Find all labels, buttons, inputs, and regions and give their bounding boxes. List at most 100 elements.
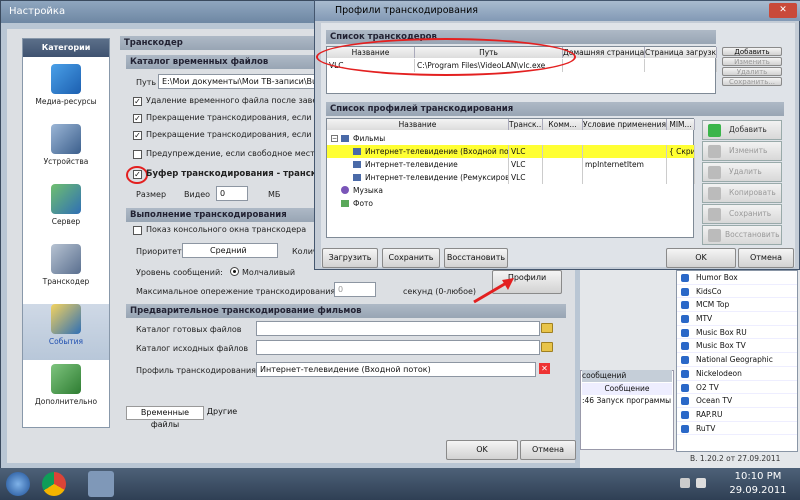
- dialog-ok-button[interactable]: OK: [666, 248, 736, 268]
- video-buffer-input[interactable]: 0: [216, 186, 248, 201]
- load-button[interactable]: Загрузить: [322, 248, 378, 268]
- clear-icon[interactable]: ✕: [539, 363, 550, 374]
- free-space-warning-label: Предупреждение, если свободное место для: [146, 149, 338, 158]
- restore-profile-button[interactable]: Восстановить: [702, 225, 782, 245]
- list-item[interactable]: MCM Top: [677, 298, 797, 313]
- dialog-cancel-button[interactable]: Отмена: [738, 248, 794, 268]
- plus-icon: [681, 383, 689, 392]
- column-header[interactable]: Транск...: [509, 119, 543, 130]
- music-icon: [341, 186, 349, 194]
- column-header[interactable]: Комм...: [543, 119, 583, 130]
- table-row[interactable]: Интернет-телевидение (Ремуксирование) VL…: [327, 171, 695, 184]
- ok-button[interactable]: OK: [446, 440, 518, 460]
- size-label: Размер: [136, 190, 167, 199]
- cancel-button[interactable]: Отмена: [520, 440, 576, 460]
- edit-transcoder-button[interactable]: Изменить: [722, 57, 782, 66]
- table-row[interactable]: Интернет-телевидение (Входной поток) VLC…: [327, 145, 695, 158]
- save-button[interactable]: Сохранить: [382, 248, 440, 268]
- add-transcoder-button[interactable]: Добавить: [722, 47, 782, 56]
- transcoder-icon: [51, 244, 81, 274]
- list-item[interactable]: Ocean TV: [677, 394, 797, 408]
- ready-dir-label: Каталог готовых файлов: [136, 325, 242, 334]
- log-panel: [580, 370, 674, 450]
- save-transcoder-button[interactable]: Сохранить...: [722, 77, 782, 86]
- category-additional[interactable]: Дополнительно: [23, 364, 109, 420]
- list-item[interactable]: Humor Box: [677, 271, 797, 285]
- tray-icon[interactable]: [680, 478, 690, 488]
- list-item[interactable]: RuTV: [677, 422, 797, 436]
- list-item[interactable]: KidsCo: [677, 285, 797, 299]
- list-item[interactable]: RAP.RU: [677, 408, 797, 422]
- speaker-icon[interactable]: [696, 478, 706, 488]
- tab-other[interactable]: Другие: [206, 406, 238, 420]
- free-space-warning-checkbox[interactable]: [133, 150, 142, 159]
- column-header[interactable]: Условие применения: [583, 119, 667, 130]
- save-profile-button[interactable]: Сохранить: [702, 204, 782, 224]
- tree-node-films[interactable]: − Фильмы: [327, 132, 695, 145]
- source-dir-input[interactable]: [256, 340, 540, 355]
- clock-time[interactable]: 10:10 PM: [718, 471, 798, 482]
- transcoder-download: [645, 59, 717, 72]
- tree-node-music[interactable]: Музыка: [327, 184, 695, 197]
- category-events[interactable]: События: [23, 304, 109, 360]
- list-item[interactable]: MTV: [677, 312, 797, 326]
- execution-header: Выполнение транскодирования: [126, 208, 316, 222]
- plus-icon: [681, 410, 689, 419]
- table-row[interactable]: Интернет-телевидение VLC mpInternetItem: [327, 158, 695, 171]
- categories-header: Категории: [23, 39, 109, 57]
- dialog-titlebar[interactable]: Профили транскодирования ✕: [315, 1, 800, 21]
- clock-date[interactable]: 29.09.2011: [718, 485, 798, 496]
- ready-dir-input[interactable]: [256, 321, 540, 336]
- app-taskbar-icon[interactable]: [88, 471, 114, 497]
- edit-profile-button[interactable]: Изменить: [702, 141, 782, 161]
- column-header[interactable]: MIM...: [667, 119, 695, 130]
- log-level-radio[interactable]: [230, 267, 239, 276]
- category-media[interactable]: Медиа-ресурсы: [23, 64, 109, 120]
- column-header[interactable]: Название: [327, 119, 509, 130]
- category-transcoder[interactable]: Транскодер: [23, 244, 109, 300]
- list-item[interactable]: O2 TV: [677, 381, 797, 395]
- category-server[interactable]: Сервер: [23, 184, 109, 240]
- profile-select[interactable]: Интернет-телевидение (Входной поток): [256, 362, 536, 377]
- console-window-checkbox[interactable]: [133, 226, 142, 235]
- column-header[interactable]: Страница загрузки: [645, 47, 717, 58]
- folder-icon[interactable]: [541, 342, 553, 352]
- restore-button[interactable]: Восстановить: [444, 248, 508, 268]
- tree-node-photo[interactable]: Фото: [327, 197, 695, 210]
- close-icon[interactable]: ✕: [769, 3, 797, 18]
- category-devices[interactable]: Устройства: [23, 124, 109, 180]
- log-column-header: Сообщение: [582, 383, 672, 395]
- log-level-value: Молчаливый: [242, 268, 296, 277]
- plus-icon: [708, 124, 721, 137]
- priority-label: Приоритет: [136, 247, 182, 256]
- max-ahead-input[interactable]: 0: [334, 282, 376, 297]
- folder-icon[interactable]: [541, 323, 553, 333]
- taskbar: 10:10 PM 29.09.2011: [0, 468, 800, 500]
- list-item[interactable]: Music Box RU: [677, 326, 797, 340]
- temp-path-input[interactable]: E:\Мои документы\Мои ТВ-записи\Buffer: [158, 74, 316, 89]
- profiles-tree: Название Транск... Комм... Условие приме…: [326, 118, 695, 238]
- delete-transcoder-button[interactable]: Удалить: [722, 67, 782, 76]
- dialog-title: Профили транскодирования: [335, 5, 479, 16]
- list-item[interactable]: National Geographic: [677, 353, 797, 367]
- temp-dir-header: Каталог временных файлов: [126, 55, 316, 69]
- copy-profile-button[interactable]: Копировать: [702, 183, 782, 203]
- stop-time-checkbox[interactable]: ✓: [133, 131, 142, 140]
- stop-time-label: Прекращение транскодирования, если время: [146, 130, 340, 139]
- profile-label: Профиль транскодирования: [136, 366, 256, 375]
- delete-profile-button[interactable]: Удалить: [702, 162, 782, 182]
- delete-temp-checkbox[interactable]: ✓: [133, 97, 142, 106]
- add-profile-button[interactable]: Добавить: [702, 120, 782, 140]
- path-label: Путь: [136, 78, 157, 87]
- list-item[interactable]: Nickelodeon: [677, 367, 797, 381]
- list-item[interactable]: Music Box TV: [677, 339, 797, 354]
- stop-device-checkbox[interactable]: ✓: [133, 114, 142, 123]
- chrome-icon[interactable]: [42, 472, 66, 496]
- start-button-icon[interactable]: [6, 472, 30, 496]
- tab-temp-files[interactable]: Временные файлы: [126, 406, 204, 429]
- buffer-checkbox[interactable]: ✓: [133, 170, 142, 179]
- red-arrow-icon: [473, 278, 514, 304]
- collapse-icon[interactable]: −: [331, 135, 338, 142]
- priority-select[interactable]: Средний: [182, 243, 278, 258]
- profiles-list-header: Список профилей транскодирования: [326, 102, 784, 116]
